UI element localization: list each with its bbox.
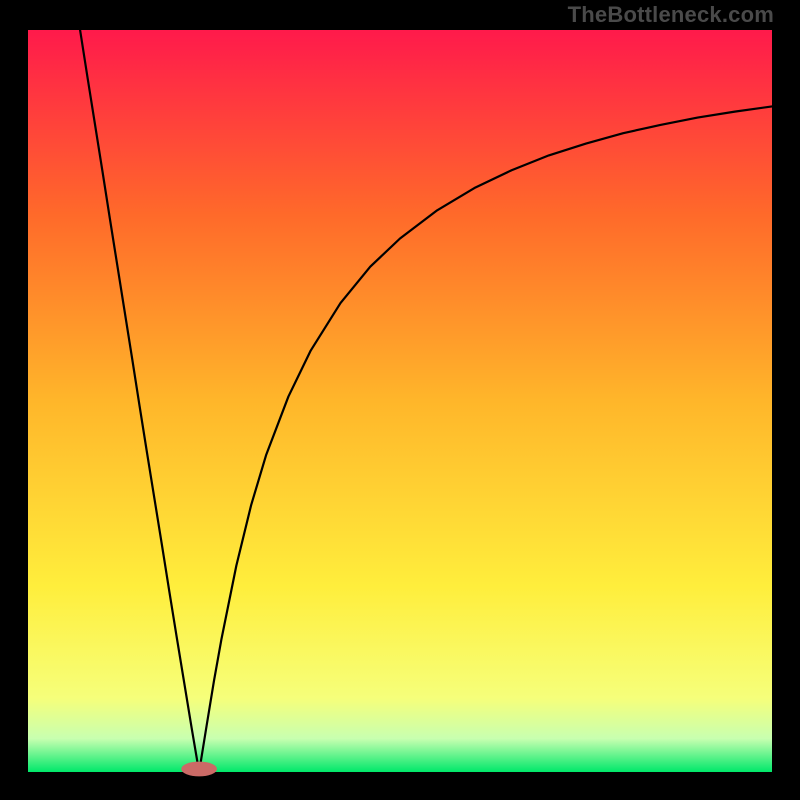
bottleneck-chart [0, 0, 800, 800]
minimum-marker [181, 762, 217, 777]
attribution-text: TheBottleneck.com [568, 2, 774, 28]
chart-frame: TheBottleneck.com [0, 0, 800, 800]
